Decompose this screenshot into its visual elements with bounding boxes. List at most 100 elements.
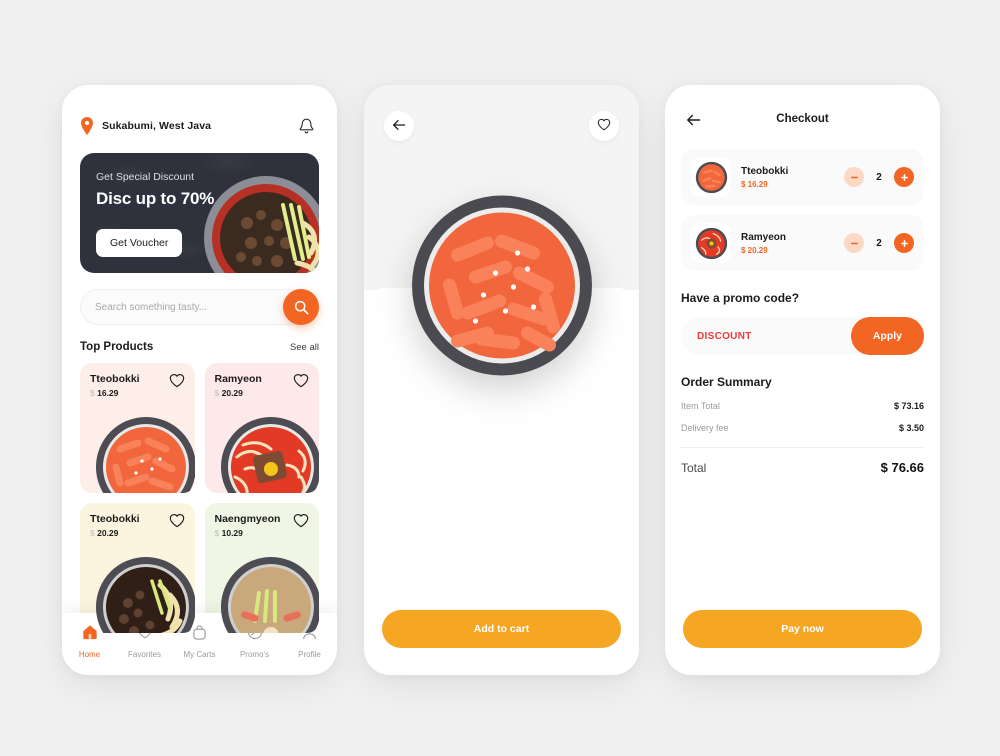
location-indicator[interactable]: Sukabumi, West Java xyxy=(80,117,211,135)
tab-label: Profile xyxy=(298,649,321,659)
apply-promo-button[interactable]: Apply xyxy=(850,317,924,355)
increase-quantity-button[interactable] xyxy=(894,233,914,253)
price-value: 16.29 xyxy=(97,388,119,398)
quantity-stepper: 2 xyxy=(844,167,914,187)
summary-value: $ 3.50 xyxy=(898,423,924,433)
tteobokki-illustration xyxy=(96,417,195,493)
product-name: Tteobokki xyxy=(90,373,140,385)
heart-icon[interactable] xyxy=(293,373,309,389)
tab-label: Promo's xyxy=(239,649,270,659)
currency-symbol: $ xyxy=(214,528,220,538)
home-header: Sukabumi, West Java xyxy=(62,85,337,149)
item-thumbnail xyxy=(691,157,731,197)
get-voucher-button[interactable]: Get Voucher xyxy=(96,229,183,257)
item-price: $ 16.29 xyxy=(741,179,768,189)
price-value: 20.29 xyxy=(221,388,243,398)
banner-title: Disc up to 70% xyxy=(96,189,215,208)
add-to-cart-button[interactable]: Add to cart xyxy=(382,610,621,648)
total-value: $ 76.66 xyxy=(880,460,924,475)
item-thumbnail xyxy=(691,223,731,263)
product-card[interactable]: Ramyeon $ 20.29 xyxy=(204,363,319,493)
search-icon[interactable] xyxy=(283,289,319,325)
order-summary-title: Order Summary xyxy=(681,375,772,389)
ramyeon-illustration xyxy=(220,417,319,493)
summary-row: Delivery fee $ 3.50 xyxy=(665,411,940,433)
item-price: $ 20.29 xyxy=(741,245,768,255)
summary-value: $ 73.16 xyxy=(893,401,924,411)
top-products-header: Top Products See all xyxy=(62,325,337,353)
currency-symbol: $ xyxy=(90,388,95,398)
price-value: 20.29 xyxy=(97,528,119,538)
product-card[interactable]: Tteobokki $ 16.29 xyxy=(80,363,195,493)
bell-icon[interactable] xyxy=(293,113,319,139)
cart-item-row: Tteobokki $ 16.29 2 xyxy=(681,149,924,205)
quantity-stepper: 2 xyxy=(844,233,914,253)
pay-now-button[interactable]: Pay now xyxy=(683,610,922,648)
naengmyeon-illustration xyxy=(220,557,319,633)
detail-nav xyxy=(364,85,639,141)
hero-food-illustration xyxy=(411,195,592,376)
quantity-value: 2 xyxy=(876,171,882,183)
ramyeon-thumb-icon xyxy=(695,227,727,259)
promo-code-row: DISCOUNT Apply xyxy=(681,317,924,355)
minus-icon xyxy=(850,242,858,244)
summary-label: Delivery fee xyxy=(681,423,729,433)
location-label: Sukabumi, West Java xyxy=(102,120,212,132)
product-detail-screen: Tteobokki 15 mins 500kcal 4.9 (1.7k revi… xyxy=(364,85,639,675)
currency-symbol: $ xyxy=(90,528,95,538)
see-all-link[interactable]: See all xyxy=(290,342,319,353)
checkout-screen: Checkout Tteobokki $ 16.29 2 Ramyeon $ 2… xyxy=(665,85,940,675)
arrow-left-icon xyxy=(392,119,406,134)
heart-icon xyxy=(597,118,611,134)
back-button[interactable] xyxy=(384,111,414,141)
total-label: Total xyxy=(681,460,707,475)
page-title: Checkout xyxy=(776,113,829,125)
cart-item-row: Ramyeon $ 20.29 2 xyxy=(681,215,924,271)
heart-icon[interactable] xyxy=(293,513,309,529)
product-name: Ramyeon xyxy=(214,373,262,385)
minus-icon xyxy=(850,176,858,178)
summary-label: Item Total xyxy=(681,401,720,411)
increase-quantity-button[interactable] xyxy=(894,167,914,187)
decrease-quantity-button[interactable] xyxy=(844,233,864,253)
product-price: $ 16.29 xyxy=(90,388,140,398)
price-value: 10.29 xyxy=(221,528,243,538)
favorite-button[interactable] xyxy=(589,111,619,141)
item-name: Tteobokki xyxy=(741,165,789,177)
promo-section-title: Have a promo code? xyxy=(681,291,800,305)
item-name: Ramyeon xyxy=(741,231,787,243)
tab-label: Favorites xyxy=(128,649,161,659)
quantity-value: 2 xyxy=(876,237,882,249)
decrease-quantity-button[interactable] xyxy=(844,167,864,187)
tab-label: My Carts xyxy=(183,649,216,659)
total-row: Total $ 76.66 xyxy=(665,448,940,475)
promo-code-input[interactable]: DISCOUNT xyxy=(697,331,752,342)
location-pin-icon xyxy=(80,117,94,135)
promo-banner[interactable]: Get Special Discount Disc up to 70% Get … xyxy=(80,153,319,273)
product-price: $ 20.29 xyxy=(215,388,262,398)
item-info: Ramyeon $ 20.29 xyxy=(741,232,834,255)
plus-icon xyxy=(900,173,908,181)
currency-symbol: $ xyxy=(214,388,220,398)
heart-icon[interactable] xyxy=(169,513,185,529)
jajangmyeon-illustration xyxy=(96,557,195,633)
item-info: Tteobokki $ 16.29 xyxy=(741,166,834,189)
product-grid: Tteobokki $ 16.29 Ramyeon $ 20.29 Tteobo… xyxy=(62,353,337,633)
search-row: Search something tasty... xyxy=(62,273,337,325)
summary-row: Item Total $ 73.16 xyxy=(665,389,940,411)
home-screen: Sukabumi, West Java Get Special Discount… xyxy=(62,85,337,675)
tab-label: Home xyxy=(78,649,101,659)
checkout-items-list: Tteobokki $ 16.29 2 Ramyeon $ 20.29 2 xyxy=(665,131,940,271)
product-name: Tteobokki xyxy=(90,513,140,525)
product-card[interactable]: Naengmyeon $ 10.29 xyxy=(204,503,319,633)
banner-subtitle: Get Special Discount xyxy=(96,171,195,183)
screens-stage: Sukabumi, West Java Get Special Discount… xyxy=(0,0,1000,756)
product-card[interactable]: Tteobokki $ 20.29 xyxy=(80,503,195,633)
plus-icon xyxy=(900,239,908,247)
product-name: Naengmyeon xyxy=(214,513,281,525)
section-title: Top Products xyxy=(80,341,154,353)
product-price: $ 20.29 xyxy=(90,528,140,538)
checkout-nav: Checkout xyxy=(665,85,940,131)
product-price: $ 10.29 xyxy=(215,528,281,538)
heart-icon[interactable] xyxy=(169,373,185,389)
